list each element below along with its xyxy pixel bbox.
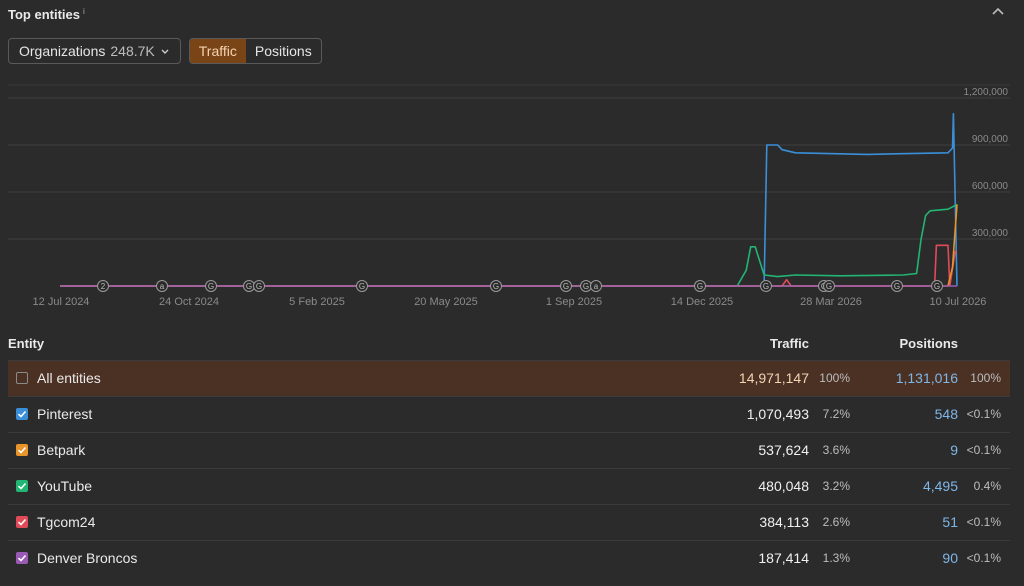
event-marker-label: G <box>493 282 499 291</box>
entity-name[interactable]: Tgcom24 <box>37 514 95 530</box>
positions-percent: <0.1% <box>966 551 1001 565</box>
traffic-value: 480,048 <box>758 478 809 494</box>
positions-value[interactable]: 548 <box>935 406 958 422</box>
chart-controls: Organizations 248.7K Traffic Positions <box>8 38 322 64</box>
event-marker-label: G <box>208 282 214 291</box>
event-marker-label: G <box>826 282 832 291</box>
metric-toggle: Traffic Positions <box>188 38 322 64</box>
checkbox[interactable] <box>16 444 28 456</box>
check-icon <box>17 518 27 526</box>
traffic-percent: 7.2% <box>822 407 850 421</box>
x-tick-label: 1 Sep 2025 <box>546 296 602 308</box>
event-marker-label: 2 <box>101 282 106 291</box>
traffic-header[interactable]: Traffic <box>770 336 809 351</box>
tab-positions[interactable]: Positions <box>246 39 321 63</box>
section-header: Top entities i <box>8 6 1016 28</box>
traffic-value: 537,624 <box>758 442 809 458</box>
entity-name[interactable]: All entities <box>37 370 101 386</box>
traffic-value: 187,414 <box>758 550 809 566</box>
dropdown-label: Organizations <box>19 43 106 59</box>
table-row[interactable]: All entities 14,971,147 100% 1,131,016 100% <box>8 360 1010 396</box>
positions-value[interactable]: 4,495 <box>923 478 958 494</box>
traffic-value: 384,113 <box>759 514 809 530</box>
entity-name[interactable]: YouTube <box>37 478 92 494</box>
checkbox[interactable] <box>16 408 28 420</box>
positions-percent: <0.1% <box>966 443 1001 457</box>
check-icon <box>17 446 27 454</box>
traffic-percent: 100% <box>819 371 850 385</box>
positions-header[interactable]: Positions <box>899 336 958 351</box>
series-line <box>60 244 957 287</box>
table-row[interactable]: Pinterest 1,070,493 7.2% 548 <0.1% <box>8 396 1010 432</box>
event-marker-label: G <box>359 282 365 291</box>
table-row[interactable]: Denver Broncos 187,414 1.3% 90 <0.1% <box>8 540 1010 576</box>
x-tick-label: 12 Jul 2024 <box>33 296 90 308</box>
event-marker-label: a <box>594 282 599 291</box>
table-row[interactable]: Tgcom24 384,113 2.6% 51 <0.1% <box>8 504 1010 540</box>
event-marker-label: G <box>246 282 252 291</box>
check-icon <box>17 482 27 490</box>
event-marker-label: G <box>763 282 769 291</box>
y-tick-label: 1,200,000 <box>964 87 1009 98</box>
traffic-value: 14,971,147 <box>738 370 809 386</box>
check-icon <box>17 410 27 418</box>
entity-name[interactable]: Pinterest <box>37 406 92 422</box>
traffic-percent: 3.6% <box>822 443 850 457</box>
event-marker-label: G <box>563 282 569 291</box>
x-tick-label: 28 Mar 2026 <box>800 296 862 308</box>
event-marker-label: G <box>583 282 589 291</box>
positions-percent: 100% <box>970 371 1001 385</box>
checkbox[interactable] <box>16 372 28 384</box>
positions-percent: <0.1% <box>966 407 1001 421</box>
series-line <box>60 203 958 287</box>
entities-table: Entity Traffic Positions All entities 14,… <box>0 330 1024 566</box>
y-tick-label: 600,000 <box>972 181 1009 192</box>
checkbox[interactable] <box>16 480 28 492</box>
checkbox[interactable] <box>16 516 28 528</box>
x-tick-label: 20 May 2025 <box>414 296 478 308</box>
x-tick-label: 14 Dec 2025 <box>671 296 733 308</box>
entity-name[interactable]: Denver Broncos <box>37 550 137 566</box>
event-marker-label: G <box>934 282 940 291</box>
chevron-up-icon[interactable] <box>990 4 1006 20</box>
section-title: Top entities i <box>8 6 85 22</box>
table-row[interactable]: YouTube 480,048 3.2% 4,495 0.4% <box>8 468 1010 504</box>
positions-percent: <0.1% <box>966 515 1001 529</box>
x-tick-label: 10 Jul 2026 <box>930 296 987 308</box>
event-marker-label: a <box>160 282 165 291</box>
traffic-chart: 1,200,000900,000600,000300,0002 a G G G G G G Ga… <box>8 84 1010 308</box>
traffic-percent: 3.2% <box>822 479 850 493</box>
table-header: Entity Traffic Positions <box>0 330 1024 356</box>
series-line <box>60 204 958 287</box>
positions-value[interactable]: 90 <box>942 550 958 566</box>
event-marker-label: G <box>256 282 262 291</box>
positions-percent: 0.4% <box>973 479 1001 493</box>
chevron-down-icon <box>161 49 169 54</box>
x-tick-label: 24 Oct 2024 <box>159 296 219 308</box>
positions-value[interactable]: 9 <box>950 442 958 458</box>
info-icon[interactable]: i <box>83 7 85 16</box>
entity-name[interactable]: Betpark <box>37 442 85 458</box>
traffic-percent: 1.3% <box>822 551 850 565</box>
event-marker-label: G <box>697 282 703 291</box>
y-tick-label: 900,000 <box>972 134 1009 145</box>
x-tick-label: 5 Feb 2025 <box>289 296 345 308</box>
table-row[interactable]: Betpark 537,624 3.6% 9 <0.1% <box>8 432 1010 468</box>
organizations-dropdown[interactable]: Organizations 248.7K <box>8 38 181 64</box>
series-line <box>60 112 958 287</box>
dropdown-count: 248.7K <box>110 43 155 59</box>
traffic-percent: 2.6% <box>822 515 850 529</box>
tab-traffic[interactable]: Traffic <box>189 39 246 63</box>
check-icon <box>17 554 27 562</box>
positions-value[interactable]: 51 <box>942 514 958 530</box>
event-marker-label: G <box>894 282 900 291</box>
positions-value[interactable]: 1,131,016 <box>896 370 958 386</box>
checkbox[interactable] <box>16 552 28 564</box>
traffic-value: 1,070,493 <box>746 406 809 422</box>
y-tick-label: 300,000 <box>972 228 1009 239</box>
entity-header[interactable]: Entity <box>8 336 44 351</box>
